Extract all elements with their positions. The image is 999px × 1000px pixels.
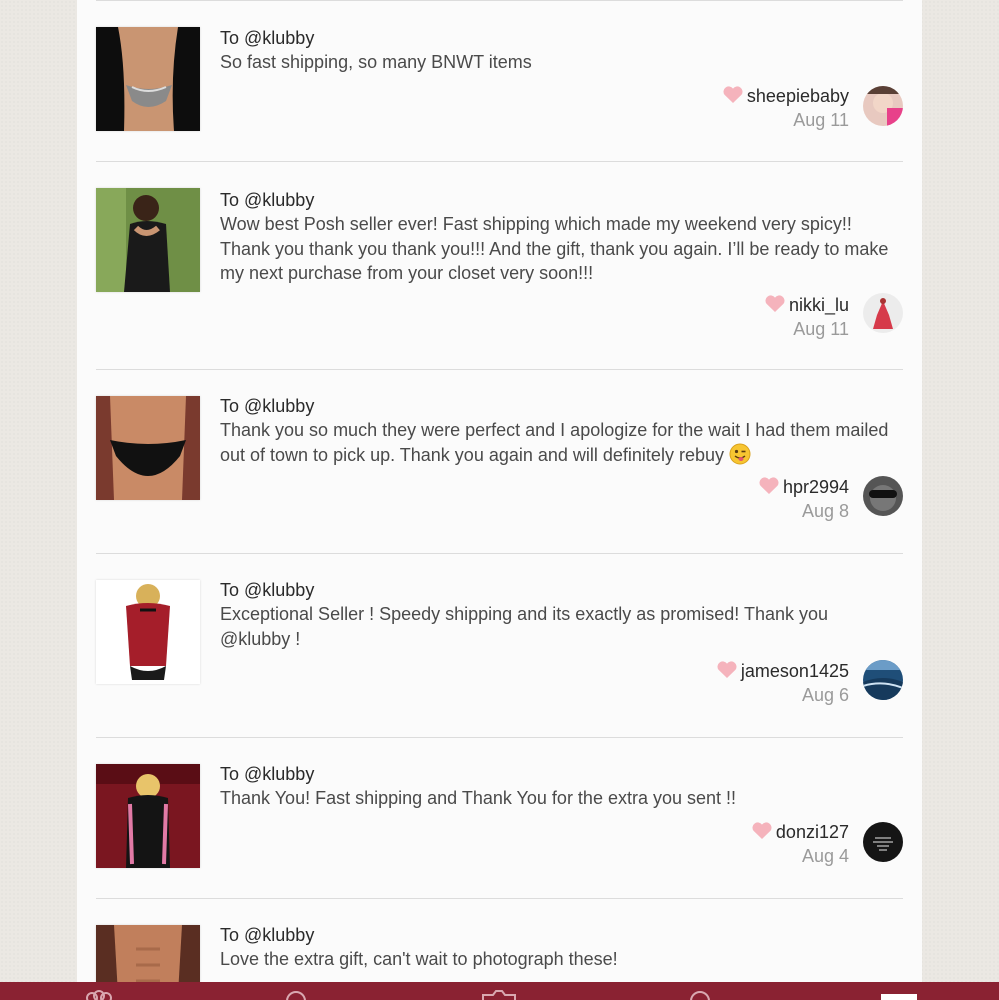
reviewer-avatar[interactable] — [863, 660, 903, 700]
review-recipient: To @klubby — [220, 396, 315, 416]
review-date: Aug 6 — [801, 685, 849, 705]
heart-icon — [759, 477, 779, 494]
review-message: Thank You! Fast shipping and Thank You f… — [220, 788, 737, 808]
camera-icon[interactable] — [481, 990, 517, 1000]
review-item: To @klubby Thank you so much they were p… — [96, 370, 903, 554]
reviewer-username[interactable]: nikki_lu — [789, 295, 849, 315]
feed-icon[interactable] — [82, 990, 116, 1000]
reviewer-username[interactable]: jameson1425 — [741, 661, 849, 681]
wink-tongue-emoji-icon — [729, 443, 751, 464]
review-date: Aug 11 — [793, 319, 849, 339]
reviewer-username[interactable]: sheepiebaby — [747, 86, 849, 106]
heart-icon — [717, 661, 737, 678]
heart-icon — [752, 822, 772, 839]
listing-thumbnail[interactable] — [96, 396, 200, 500]
reviewer-avatar[interactable] — [863, 476, 903, 516]
review-recipient: To @klubby — [220, 764, 315, 784]
listing-thumbnail[interactable] — [96, 925, 200, 982]
review-message: Exceptional Seller ! Speedy shipping and… — [220, 604, 829, 649]
review-message: Love the extra gift, can't wait to photo… — [220, 949, 618, 969]
review-item: To @klubby Wow best Posh seller ever! Fa… — [96, 162, 903, 370]
review-item: To @klubby Love the extra gift, can't wa… — [96, 899, 903, 982]
review-message: Wow best Posh seller ever! Fast shipping… — [220, 214, 889, 283]
listing-thumbnail[interactable] — [96, 764, 200, 868]
review-date: Aug 11 — [793, 110, 849, 130]
reviewer-avatar[interactable] — [863, 293, 903, 333]
review-date: Aug 4 — [801, 846, 849, 866]
notifications-icon[interactable] — [688, 990, 712, 1000]
search-icon[interactable] — [284, 990, 308, 1000]
review-message: Thank you so much they were perfect and … — [220, 420, 889, 465]
review-recipient: To @klubby — [220, 580, 315, 600]
review-recipient: To @klubby — [220, 925, 315, 945]
review-message: So fast shipping, so many BNWT items — [220, 52, 532, 72]
review-recipient: To @klubby — [220, 28, 315, 48]
reviewer-username[interactable]: hpr2994 — [783, 477, 849, 497]
heart-icon — [723, 86, 743, 103]
heart-icon — [765, 295, 785, 312]
reviewer-avatar[interactable] — [863, 86, 903, 126]
review-item: To @klubby Exceptional Seller ! Speedy s… — [96, 554, 903, 738]
listing-thumbnail[interactable] — [96, 27, 200, 131]
reviews-panel: To @klubby So fast shipping, so many BNW… — [77, 0, 922, 982]
bottom-tab-bar — [0, 982, 999, 1000]
review-date: Aug 8 — [801, 501, 849, 521]
listing-thumbnail[interactable] — [96, 188, 200, 292]
reviewer-username[interactable]: donzi127 — [776, 822, 849, 842]
review-item: To @klubby So fast shipping, so many BNW… — [96, 0, 903, 162]
reviewer-avatar[interactable] — [863, 822, 903, 862]
review-recipient: To @klubby — [220, 190, 315, 210]
account-icon[interactable] — [881, 994, 917, 1000]
review-item: To @klubby Thank You! Fast shipping and … — [96, 738, 903, 899]
listing-thumbnail[interactable] — [96, 580, 200, 684]
